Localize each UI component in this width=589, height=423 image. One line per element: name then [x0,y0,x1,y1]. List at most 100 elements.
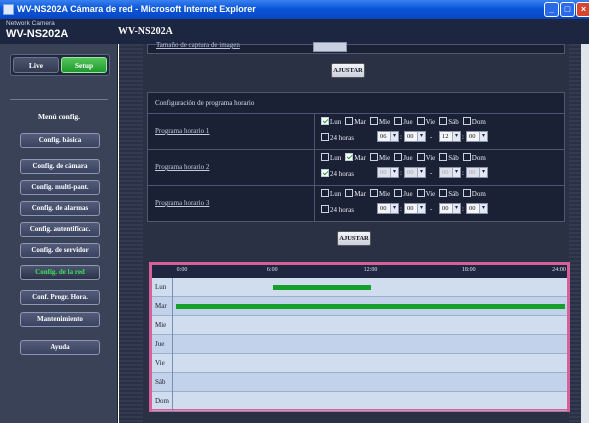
checkbox-vie[interactable] [416,153,425,161]
minimize-button[interactable]: _ [544,2,559,17]
time-select-end-h[interactable]: 00 ▾ [439,167,461,178]
timeline-tick-label: 24:00 [552,267,566,273]
program-link[interactable]: Programa horario 2 [155,163,209,171]
checkbox-24-horas[interactable] [321,205,329,213]
ajustar-button-schedule[interactable]: AJUSTAR [337,231,371,246]
timeline-track [174,278,567,297]
menu-item-5[interactable]: Config. de servidor [20,243,100,258]
time-select-end-h[interactable]: 00 ▾ [439,203,461,214]
day-label: Sáb [448,118,459,126]
time-select-end-m[interactable]: 00 ▾ [466,131,488,142]
program-link[interactable]: Programa horario 3 [155,199,209,207]
checkbox-jue[interactable] [394,189,403,197]
time-select-end-m[interactable]: 00 ▾ [466,167,488,178]
time-select-start-m[interactable]: 00 ▾ [404,131,426,142]
hours24-option: 24 horas [321,133,354,142]
menu-item-6[interactable]: Config. de la red [20,265,100,280]
page-scrollbar[interactable] [581,44,589,423]
timeline-day-label: Mie [152,316,173,335]
timeline-day-label: Vie [152,354,173,373]
checkbox-lun[interactable] [321,153,329,161]
chevron-down-icon: ▾ [390,204,398,213]
day-label: Sáb [448,190,459,198]
checkbox-mar[interactable] [345,117,354,125]
checkbox-mie[interactable] [369,153,378,161]
menu-item-2[interactable]: Config. multi-pant. [20,180,100,195]
brand-model: WV-NS202A [6,27,69,40]
day-label: Lun [330,190,342,198]
day-label: Sáb [448,154,459,162]
checkbox-lun[interactable] [321,189,329,197]
brand-logo: Network Camera WV-NS202A [6,20,69,40]
checkbox-sáb[interactable] [439,117,448,125]
menu-item-8[interactable]: Mantenimiento [20,312,100,327]
close-button[interactable]: × [576,2,589,17]
chevron-down-icon: ▾ [479,168,487,177]
schedule-title: Configuración de programa horario [148,93,564,114]
menu-item-1[interactable]: Config. de cámara [20,159,100,174]
time-dash: - [430,205,433,213]
menu-item-4[interactable]: Config. autentificac. [20,222,100,237]
timeline-schedule-bar [176,304,565,309]
checkbox-jue[interactable] [394,153,403,161]
day-label: Vie [425,154,436,162]
timeline-row: Jue [152,335,567,354]
hours24-label: 24 horas [330,170,354,178]
time-select-start-m[interactable]: 00 ▾ [404,203,426,214]
time-dash: - [430,169,433,177]
day-label: Mie [378,190,391,198]
timeline-hour-axis: 0:00 6:00 12:00 18:00 24:00 [152,265,567,278]
checkbox-vie[interactable] [416,117,425,125]
checkbox-mie[interactable] [369,117,378,125]
timeline-row: Mar [152,297,567,316]
checkbox-dom[interactable] [462,153,471,161]
checkbox-24-horas[interactable] [321,169,329,177]
time-select-start-h[interactable]: 06 ▾ [377,131,399,142]
time-colon: : [462,133,464,141]
checkbox-vie[interactable] [416,189,425,197]
checkbox-sáb[interactable] [439,189,448,197]
day-label: Mie [378,154,391,162]
time-select-start-h[interactable]: 00 ▾ [377,203,399,214]
capture-size-link[interactable]: Tamaño de captura de imagen [156,41,240,49]
chevron-down-icon: ▾ [417,132,425,141]
checkbox-24-horas[interactable] [321,133,329,141]
timeline-tick-label: 0:00 [176,267,188,273]
ajustar-button[interactable]: AJUSTAR [331,63,365,78]
day-checkboxes: Lun Mar Mie Jue Vie Sáb Dom [321,153,490,162]
checkbox-dom[interactable] [462,189,471,197]
main-content: Tamaño de captura de imagen AJUSTAR Conf… [119,41,589,423]
checkbox-lun[interactable] [321,117,329,125]
day-label: Dom [471,154,486,162]
chevron-down-icon: ▾ [390,132,398,141]
time-colon: : [462,205,464,213]
menu-item-0[interactable]: Config. básica [20,133,100,148]
menu-item-9[interactable]: Ayuda [20,340,100,355]
checkbox-mie[interactable] [369,189,378,197]
time-select-start-h[interactable]: 00 ▾ [377,167,399,178]
time-select-start-m[interactable]: 00 ▾ [404,167,426,178]
time-select-end-m[interactable]: 00 ▾ [466,203,488,214]
live-button[interactable]: Live [13,57,59,73]
schedule-timeline: 0:00 6:00 12:00 18:00 24:00 Lun Mar Mie Jue Vie S… [149,262,570,412]
menu-item-3[interactable]: Config. de alarmas [20,201,100,216]
program-link[interactable]: Programa horario 1 [155,127,209,135]
maximize-button[interactable]: □ [560,2,575,17]
time-value: 00 [442,205,449,212]
checkbox-sáb[interactable] [439,153,448,161]
checkbox-jue[interactable] [394,117,403,125]
window-title-bar: WV-NS202A Cámara de red - Microsoft Inte… [0,0,589,19]
time-colon: : [400,205,402,213]
checkbox-mar[interactable] [345,189,354,197]
menu-item-7[interactable]: Conf. Progr. Hora. [20,290,100,305]
setup-button[interactable]: Setup [61,57,107,73]
checkbox-mar[interactable] [345,153,354,161]
hours24-option: 24 horas [321,205,354,214]
checkbox-dom[interactable] [462,117,471,125]
capture-size-select[interactable] [313,42,347,52]
time-value: 00 [407,205,414,212]
timeline-day-label: Lun [152,278,173,297]
time-value: 00 [407,169,414,176]
time-select-end-h[interactable]: 12 ▾ [439,131,461,142]
schedule-program-row: Programa horario 2 Lun Mar Mie Jue Vie Sáb Dom 2… [148,150,564,186]
